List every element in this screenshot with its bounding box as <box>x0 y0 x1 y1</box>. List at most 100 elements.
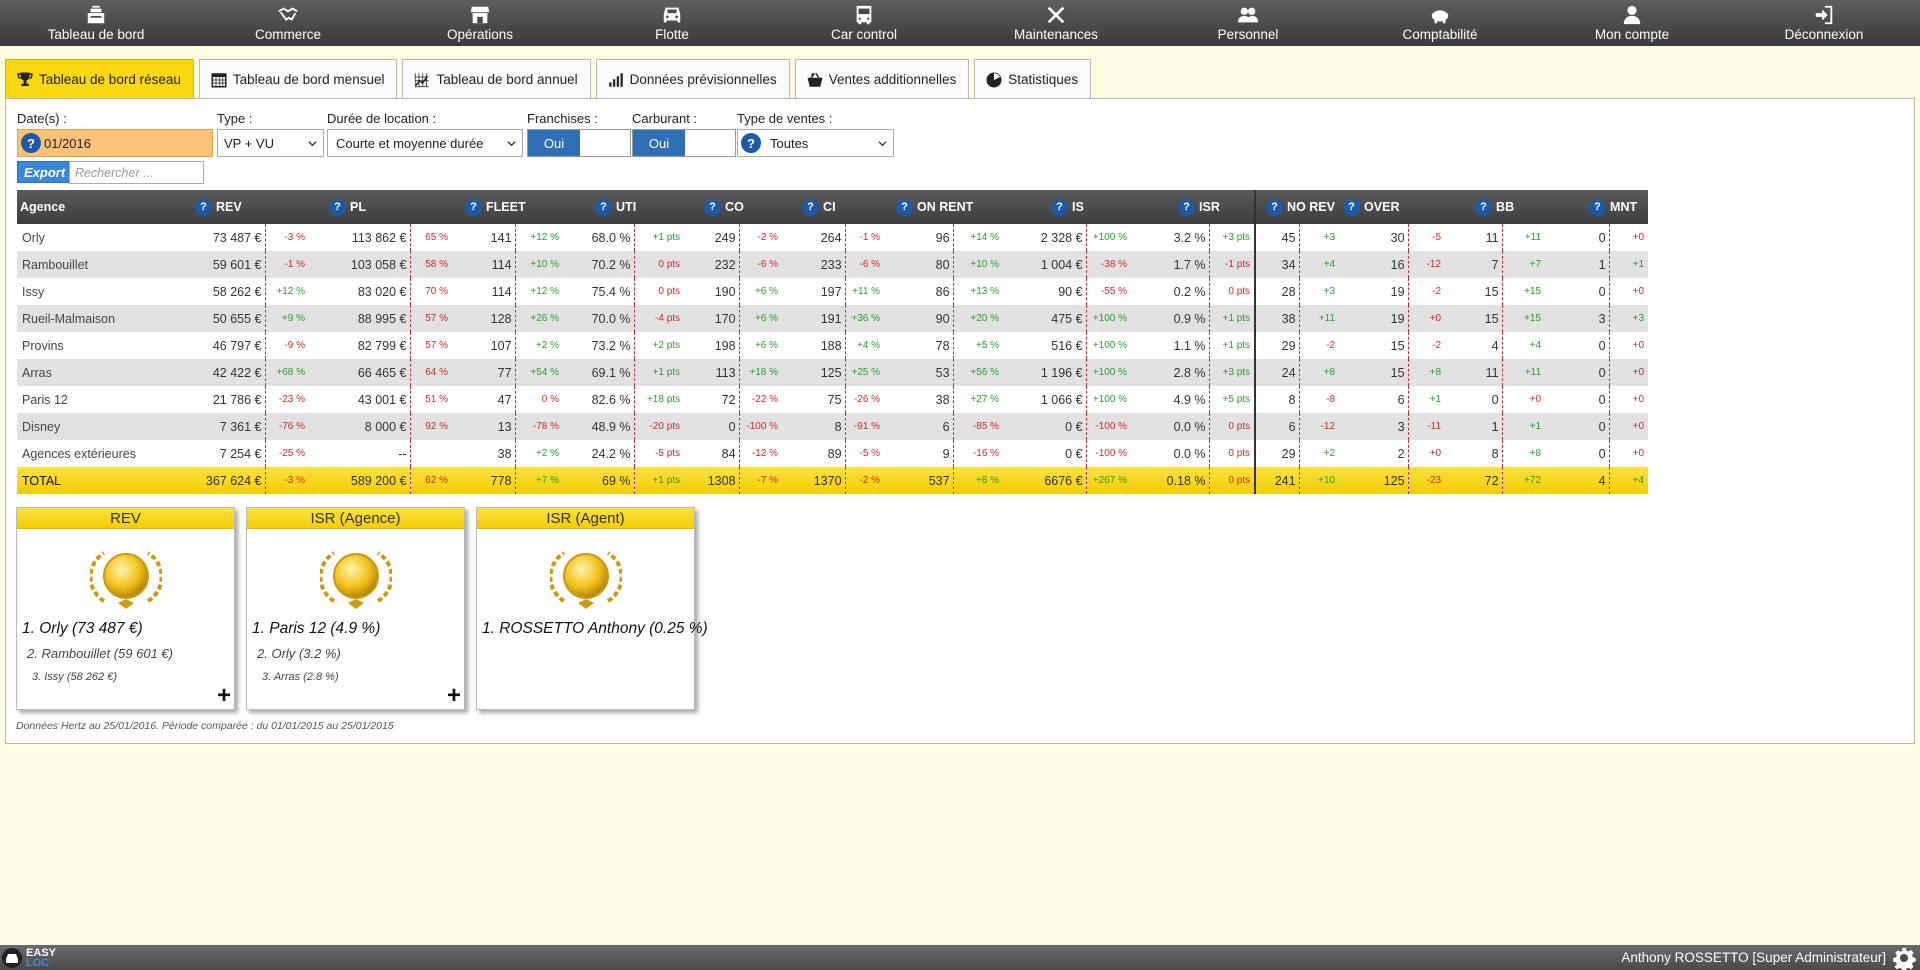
tab-statistiques[interactable]: Statistiques <box>974 59 1092 99</box>
col-header-on-rent[interactable]: ? ON RENT <box>884 190 1004 224</box>
metric-value: 2 <box>1339 440 1409 467</box>
help-icon[interactable]: ? <box>1266 198 1284 216</box>
metric-value: 11 <box>1445 224 1503 251</box>
ventes-select[interactable]: ? Toutes <box>737 129 894 157</box>
metric-value: 83 020 € <box>309 278 411 305</box>
metric-value: 15 <box>1339 359 1409 386</box>
col-header-mnt[interactable]: ? MNT <box>1545 190 1649 224</box>
gold-medal-icon <box>320 551 392 609</box>
date-field[interactable]: ? 01/2016 <box>17 129 213 157</box>
table-row: Rueil-Malmaison 50 655 € +9 % 88 995 €57 % 1… <box>17 305 1649 332</box>
metric-delta: +0 <box>1408 305 1446 332</box>
col-header-fleet[interactable]: ? FLEET <box>452 190 564 224</box>
metric-value: 9 <box>884 440 954 467</box>
col-header-bb[interactable]: ? BB <box>1445 190 1546 224</box>
col-header-pl[interactable]: ? PL <box>309 190 453 224</box>
metric-delta: -100 % <box>1086 413 1132 440</box>
logo-line2: LOC <box>26 956 50 969</box>
tab-tableau-de-bord-mensuel[interactable]: Tableau de bord mensuel <box>198 59 398 99</box>
franchises-toggle[interactable]: Oui <box>527 129 631 157</box>
metric-value: 0.2 % <box>1131 278 1210 305</box>
search-input[interactable] <box>69 161 204 184</box>
metric-value: 89 <box>782 440 846 467</box>
metric-delta: -5 <box>1432 232 1442 243</box>
help-icon[interactable]: ? <box>329 198 347 216</box>
nav-deconnexion[interactable]: Déconnexion <box>1728 0 1920 46</box>
metric-value: 3 <box>1545 305 1610 332</box>
nav-maintenances[interactable]: Maintenances <box>960 0 1152 46</box>
help-icon[interactable]: ? <box>465 198 483 216</box>
metric-value: 6 <box>1339 386 1409 413</box>
help-icon[interactable]: ? <box>1051 198 1069 216</box>
nav-commerce[interactable]: Commerce <box>192 0 384 46</box>
store-icon <box>470 6 490 24</box>
help-icon[interactable]: ? <box>1178 198 1196 216</box>
duree-select[interactable]: Courte et moyenne durée <box>327 129 523 157</box>
col-header-uti[interactable]: ? UTI <box>563 190 685 224</box>
main-panel: Date(s) : ? 01/2016 Type : VP + VU Durée… <box>5 98 1915 744</box>
help-icon[interactable]: ? <box>802 198 820 216</box>
metric-delta: +27 % <box>970 394 1000 405</box>
tab-tableau-de-bord-reseau[interactable]: Tableau de bord réseau <box>5 59 194 99</box>
help-icon[interactable]: ? <box>704 198 722 216</box>
metric-value: 45 <box>1254 224 1300 251</box>
col-header-is[interactable]: ? IS <box>1003 190 1132 224</box>
metric-delta: +1 pts <box>634 359 685 386</box>
metric-delta: +12 % <box>530 232 560 243</box>
help-icon[interactable]: ? <box>1343 198 1361 216</box>
metric-value: 90 <box>884 305 954 332</box>
help-icon[interactable]: ? <box>595 198 613 216</box>
col-header-rev[interactable]: ? REV <box>187 190 310 224</box>
export-button[interactable]: Export <box>17 161 73 183</box>
help-icon[interactable]: ? <box>21 133 41 153</box>
metric-delta: +6 % <box>754 340 779 351</box>
metric-delta: -2 % <box>845 467 885 494</box>
col-header-over[interactable]: ? OVER <box>1339 190 1446 224</box>
metric-value: 21 786 € <box>187 386 266 413</box>
nav-mon-compte[interactable]: Mon compte <box>1536 0 1728 46</box>
nav-operations[interactable]: Opérations <box>384 0 576 46</box>
metric-delta: 64 % <box>410 359 453 386</box>
franchises-toggle-on[interactable]: Oui <box>528 130 580 156</box>
tab-tableau-de-bord-annuel[interactable]: Tableau de bord annuel <box>402 59 591 99</box>
table-row: Agences extérieures 7 254 € -25 % -- 38 +2 % 2… <box>17 440 1648 467</box>
franchises-toggle-off[interactable] <box>580 130 630 156</box>
help-icon[interactable]: ? <box>1589 198 1607 216</box>
metric-value: 16 <box>1339 251 1409 278</box>
help-icon[interactable]: ? <box>741 133 761 153</box>
metric-value: 59 601 € <box>187 251 266 278</box>
metric-delta: +0 <box>1632 286 1645 297</box>
metric-value: 50 655 € <box>187 305 266 332</box>
help-icon[interactable]: ? <box>195 198 212 216</box>
table-row: Orly 73 487 € -3 % 113 862 € 65 % 141 +12 % 68.… <box>17 224 1648 251</box>
help-icon[interactable]: ? <box>896 198 914 216</box>
col-header-isr[interactable]: ? ISR <box>1131 190 1256 224</box>
col-header-co[interactable]: ? CO <box>684 190 783 224</box>
col-header-no-rev[interactable]: ? NO REV <box>1254 190 1340 224</box>
expand-podium-button[interactable]: + <box>447 684 461 708</box>
nav-comptabilite[interactable]: Comptabilité <box>1344 0 1536 46</box>
nav-tableau-de-bord[interactable]: Tableau de bord <box>0 0 192 46</box>
expand-podium-button[interactable]: + <box>217 684 231 708</box>
carburant-toggle[interactable]: Oui <box>632 129 736 157</box>
nav-personnel[interactable]: Personnel <box>1152 0 1344 46</box>
nav-flotte[interactable]: Flotte <box>576 0 768 46</box>
tab-ventes-additionnelles[interactable]: Ventes additionnelles <box>794 59 970 99</box>
col-header-ci[interactable]: ? CI <box>782 190 885 224</box>
metric-delta: +100 % <box>1092 232 1128 243</box>
metric-value: 73 487 € <box>187 224 266 251</box>
agency-name: TOTAL <box>17 467 187 494</box>
help-icon[interactable]: ? <box>1475 198 1493 216</box>
metric-delta: -3 % <box>284 232 306 243</box>
type-select[interactable]: VP + VU <box>217 129 324 157</box>
metric-value: 170 <box>684 305 740 332</box>
tab-donnees-previsionnelles[interactable]: Données prévisionnelles <box>595 59 790 99</box>
gear-icon[interactable] <box>1892 946 1916 970</box>
current-user[interactable]: Anthony ROSSETTO [Super Administrateur] <box>1621 950 1886 965</box>
metric-delta: +2 pts <box>652 340 681 351</box>
nav-car-control[interactable]: Car control <box>768 0 960 46</box>
metric-delta: 70 % <box>425 286 449 297</box>
carburant-toggle-on[interactable]: Oui <box>633 130 685 156</box>
carburant-toggle-off[interactable] <box>685 130 735 156</box>
col-header-agence[interactable]: Agence <box>17 190 187 224</box>
